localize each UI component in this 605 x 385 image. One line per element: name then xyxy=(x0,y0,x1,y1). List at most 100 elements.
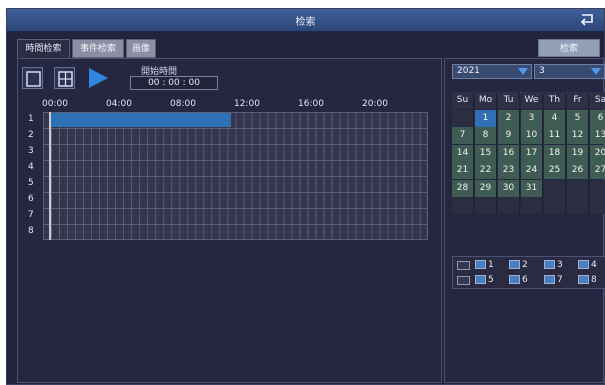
calendar-week-row: 123456 xyxy=(452,109,605,128)
timeline-panel: 開始時間 00 : 00 : 00 00:00 04:00 08:00 12:0… xyxy=(17,58,442,383)
calendar-day[interactable]: 7 xyxy=(452,127,474,144)
checkbox-checked-icon xyxy=(544,260,555,269)
calendar-day[interactable]: 1 xyxy=(475,109,497,127)
checkbox-checked-icon xyxy=(578,260,589,269)
checkbox-checked-icon xyxy=(544,275,555,284)
channel-checkbox[interactable]: 8 xyxy=(578,274,597,286)
calendar-empty-cell xyxy=(452,109,474,127)
play-button[interactable] xyxy=(86,66,110,90)
channel-checkbox[interactable]: 7 xyxy=(544,274,563,286)
channel-checkbox[interactable]: 5 xyxy=(475,274,494,286)
dropdown-arrow-icon xyxy=(591,68,601,75)
calendar-day[interactable]: 18 xyxy=(544,144,566,162)
calendar-empty-cell xyxy=(590,179,605,197)
weekday-label: Fr xyxy=(567,92,589,109)
calendar-empty-cell xyxy=(521,197,543,214)
calendar-day[interactable]: 5 xyxy=(567,109,589,127)
calendar-day[interactable]: 27 xyxy=(590,162,605,179)
calendar-day[interactable]: 30 xyxy=(498,179,520,197)
calendar-day[interactable]: 9 xyxy=(498,127,520,144)
tab-event-search[interactable]: 事件检索 xyxy=(72,39,124,58)
select-all-checkbox[interactable] xyxy=(457,261,470,270)
calendar-day[interactable]: 16 xyxy=(498,144,520,162)
calendar-empty-cell xyxy=(544,179,566,197)
calendar-week-row: 28 29 30 31 xyxy=(452,179,605,198)
calendar-empty-cell xyxy=(567,197,589,214)
time-cursor[interactable] xyxy=(49,112,51,240)
calendar-day[interactable]: 19 xyxy=(567,144,589,162)
channel-row-label: 4 xyxy=(28,162,34,172)
calendar-day[interactable]: 12 xyxy=(567,127,589,144)
year-value: 2021 xyxy=(457,66,480,76)
checkbox-checked-icon xyxy=(509,275,520,284)
channel-row-label: 3 xyxy=(28,146,34,156)
calendar-day[interactable]: 20 xyxy=(590,144,605,162)
channel-select: 1 2 3 4 5 6 7 8 xyxy=(452,256,605,289)
channel-checkbox[interactable]: 3 xyxy=(544,259,563,271)
channel-checkbox[interactable]: 2 xyxy=(509,259,528,271)
quad-view-button[interactable] xyxy=(54,67,75,89)
calendar-day[interactable]: 24 xyxy=(521,162,543,179)
calendar-day[interactable]: 17 xyxy=(521,144,543,162)
channel-checkbox[interactable]: 1 xyxy=(475,259,494,271)
channel-row-label: 2 xyxy=(28,130,34,140)
select-all-checkbox[interactable] xyxy=(457,276,470,285)
calendar-day[interactable]: 4 xyxy=(544,109,566,127)
calendar-empty-cell xyxy=(544,197,566,214)
weekday-label: Sa xyxy=(590,92,605,109)
calendar-day[interactable]: 26 xyxy=(567,162,589,179)
calendar-panel: 2021 3 Su Mo Tu We Th Fr Sa 1 2 3 4 5 6 7 8 9 10 1… xyxy=(444,58,605,383)
channel-row-label: 7 xyxy=(28,210,34,220)
tab-time-search[interactable]: 時間检索 xyxy=(17,39,70,58)
checkbox-checked-icon xyxy=(475,275,486,284)
calendar-day[interactable]: 8 xyxy=(475,127,497,144)
weekday-label: Mo xyxy=(475,92,497,109)
single-view-button[interactable] xyxy=(22,67,43,89)
calendar-day[interactable]: 15 xyxy=(475,144,497,162)
channel-row-label: 8 xyxy=(28,226,34,236)
start-time-input[interactable]: 00 : 00 : 00 xyxy=(130,76,218,90)
dropdown-arrow-icon xyxy=(518,68,528,75)
calendar-day[interactable]: 10 xyxy=(521,127,543,144)
weekday-label: We xyxy=(521,92,543,109)
channel-checkbox[interactable]: 6 xyxy=(509,274,528,286)
calendar-empty-cell xyxy=(567,179,589,197)
calendar-day[interactable]: 21 xyxy=(452,162,474,179)
month-select[interactable]: 3 xyxy=(534,64,605,79)
hour-label: 08:00 xyxy=(170,99,196,109)
calendar-empty-cell xyxy=(590,197,605,214)
search-button[interactable]: 检索 xyxy=(538,39,600,57)
calendar-day[interactable]: 11 xyxy=(544,127,566,144)
calendar-day[interactable]: 13 xyxy=(590,127,605,144)
calendar-day[interactable]: 23 xyxy=(498,162,520,179)
calendar-day[interactable]: 3 xyxy=(521,109,543,127)
channel-row-label: 1 xyxy=(28,114,34,124)
calendar-week-row: 14 15 16 17 18 19 20 xyxy=(452,144,605,163)
calendar-day[interactable]: 29 xyxy=(475,179,497,197)
back-icon[interactable] xyxy=(578,12,596,28)
single-view-icon xyxy=(26,71,41,87)
year-select[interactable]: 2021 xyxy=(452,64,532,79)
weekday-label: Th xyxy=(544,92,566,109)
weekday-label: Su xyxy=(452,92,474,109)
tab-image[interactable]: 画像 xyxy=(126,39,156,58)
recording-bar[interactable] xyxy=(51,113,231,127)
calendar-day[interactable]: 22 xyxy=(475,162,497,179)
quad-view-icon xyxy=(58,71,73,87)
checkbox-checked-icon xyxy=(475,260,486,269)
calendar-day[interactable]: 28 xyxy=(452,179,474,197)
calendar-day[interactable]: 25 xyxy=(544,162,566,179)
calendar-day[interactable]: 2 xyxy=(498,109,520,127)
channel-checkbox[interactable]: 4 xyxy=(578,259,597,271)
search-window: 检索 時間检索 事件检索 画像 检索 開始時間 00: 00: 00 00:… xyxy=(6,8,605,385)
timeline-grid[interactable] xyxy=(43,112,428,240)
calendar-day[interactable]: 14 xyxy=(452,144,474,162)
calendar-day[interactable]: 6 xyxy=(590,109,605,127)
hour-label: 20:00 xyxy=(362,99,388,109)
hour-label: 16:00 xyxy=(298,99,324,109)
checkbox-checked-icon xyxy=(509,260,520,269)
calendar-empty-cell xyxy=(498,197,520,214)
checkbox-checked-icon xyxy=(578,275,589,284)
weekday-label: Tu xyxy=(498,92,520,109)
calendar-day[interactable]: 31 xyxy=(521,179,543,197)
